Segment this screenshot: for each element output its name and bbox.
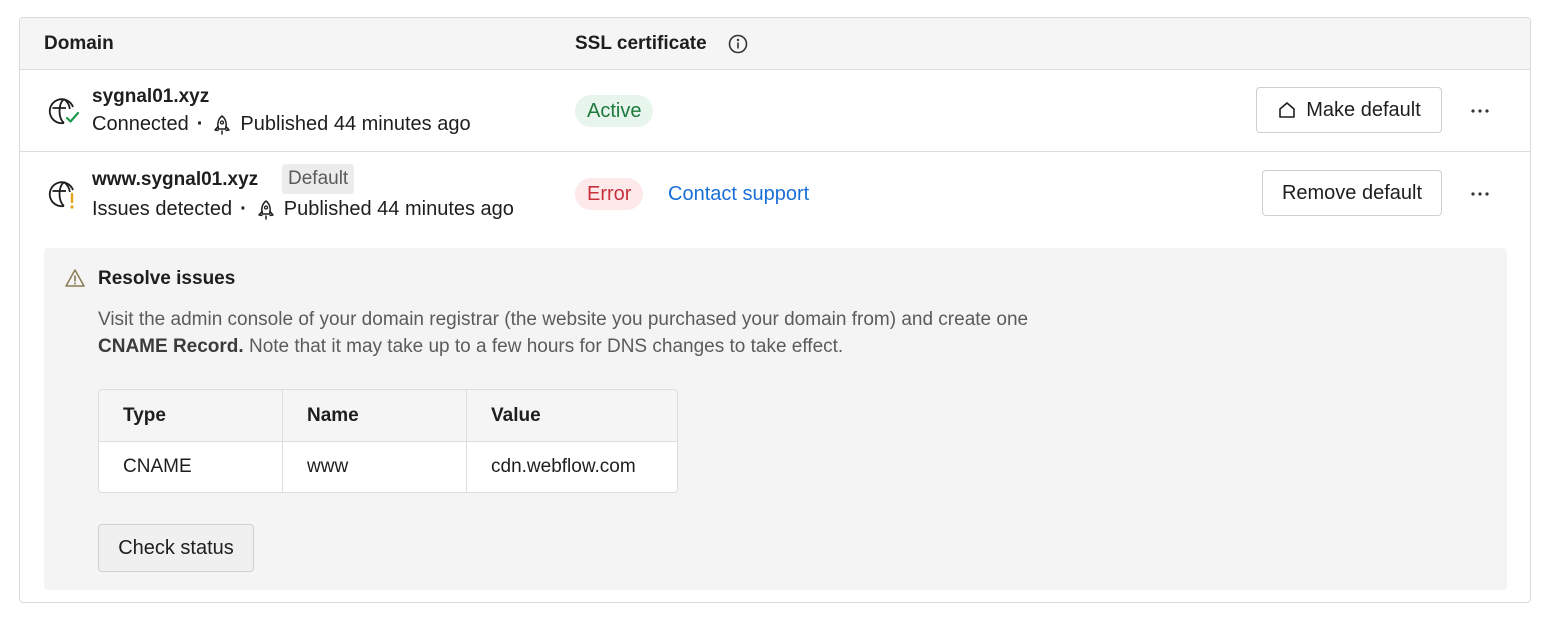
domains-panel: Domain SSL certificate sygnal01.xyz Conn… bbox=[19, 17, 1531, 603]
connection-status: Connected bbox=[92, 113, 189, 135]
domain-name: sygnal01.xyz bbox=[92, 86, 210, 107]
domain-name: www.sygnal01.xyz bbox=[92, 169, 259, 190]
dns-cell-value[interactable]: cdn.webflow.com bbox=[491, 456, 636, 478]
check-status-button[interactable]: Check status bbox=[98, 524, 254, 572]
dns-record-table: Type Name Value CNAME www cdn.webflow.co… bbox=[98, 389, 678, 493]
dns-header-name: Name bbox=[307, 405, 359, 426]
separator: · bbox=[196, 113, 204, 135]
domain-meta: Connected · Published 44 minutes ago bbox=[92, 113, 471, 136]
column-header-domain: Domain bbox=[44, 33, 114, 54]
resolve-description: Visit the admin console of your domain r… bbox=[98, 306, 1198, 360]
rocket-icon bbox=[258, 199, 274, 220]
dns-header-type: Type bbox=[123, 405, 166, 426]
rocket-icon bbox=[214, 114, 231, 135]
domain-meta: Issues detected · Published 44 minutes a… bbox=[92, 198, 514, 221]
make-default-label: Make default bbox=[1306, 98, 1421, 121]
dns-header-value: Value bbox=[491, 405, 541, 426]
globe-warning-icon bbox=[48, 181, 74, 209]
table-header: Domain SSL certificate bbox=[20, 18, 1530, 70]
home-icon bbox=[1279, 102, 1296, 118]
resolve-issues-title: Resolve issues bbox=[98, 268, 236, 289]
warning-icon bbox=[65, 269, 85, 287]
more-options-icon[interactable] bbox=[1466, 101, 1494, 121]
default-tag: Default bbox=[282, 164, 355, 194]
resolve-issues-panel: Resolve issues Visit the admin console o… bbox=[44, 248, 1507, 590]
description-text: Visit the admin console of your domain r… bbox=[98, 309, 1029, 330]
globe-check-icon bbox=[48, 98, 80, 125]
make-default-button[interactable]: Make default bbox=[1256, 87, 1442, 133]
ssl-status-badge: Error bbox=[575, 178, 644, 210]
published-time: Published 44 minutes ago bbox=[240, 113, 471, 135]
dns-cell-name: www bbox=[307, 456, 349, 477]
connection-status: Issues detected bbox=[92, 198, 233, 220]
published-time: Published 44 minutes ago bbox=[283, 198, 514, 220]
dns-cell-type: CNAME bbox=[123, 456, 192, 477]
separator: · bbox=[240, 198, 247, 220]
description-text-end: Note that it may take up to a few hours … bbox=[243, 336, 844, 357]
info-icon[interactable] bbox=[727, 33, 749, 55]
ssl-status-badge: Active bbox=[575, 95, 654, 127]
description-bold: CNAME Record. bbox=[98, 336, 244, 357]
table-row: www.sygnal01.xyz Default Issues detected… bbox=[20, 152, 1530, 602]
more-options-icon[interactable] bbox=[1466, 184, 1494, 204]
table-row: sygnal01.xyz Connected · Published 44 mi… bbox=[20, 70, 1530, 152]
remove-default-button[interactable]: Remove default bbox=[1262, 170, 1442, 216]
contact-support-link[interactable]: Contact support bbox=[668, 183, 809, 206]
column-header-ssl: SSL certificate bbox=[575, 33, 707, 54]
